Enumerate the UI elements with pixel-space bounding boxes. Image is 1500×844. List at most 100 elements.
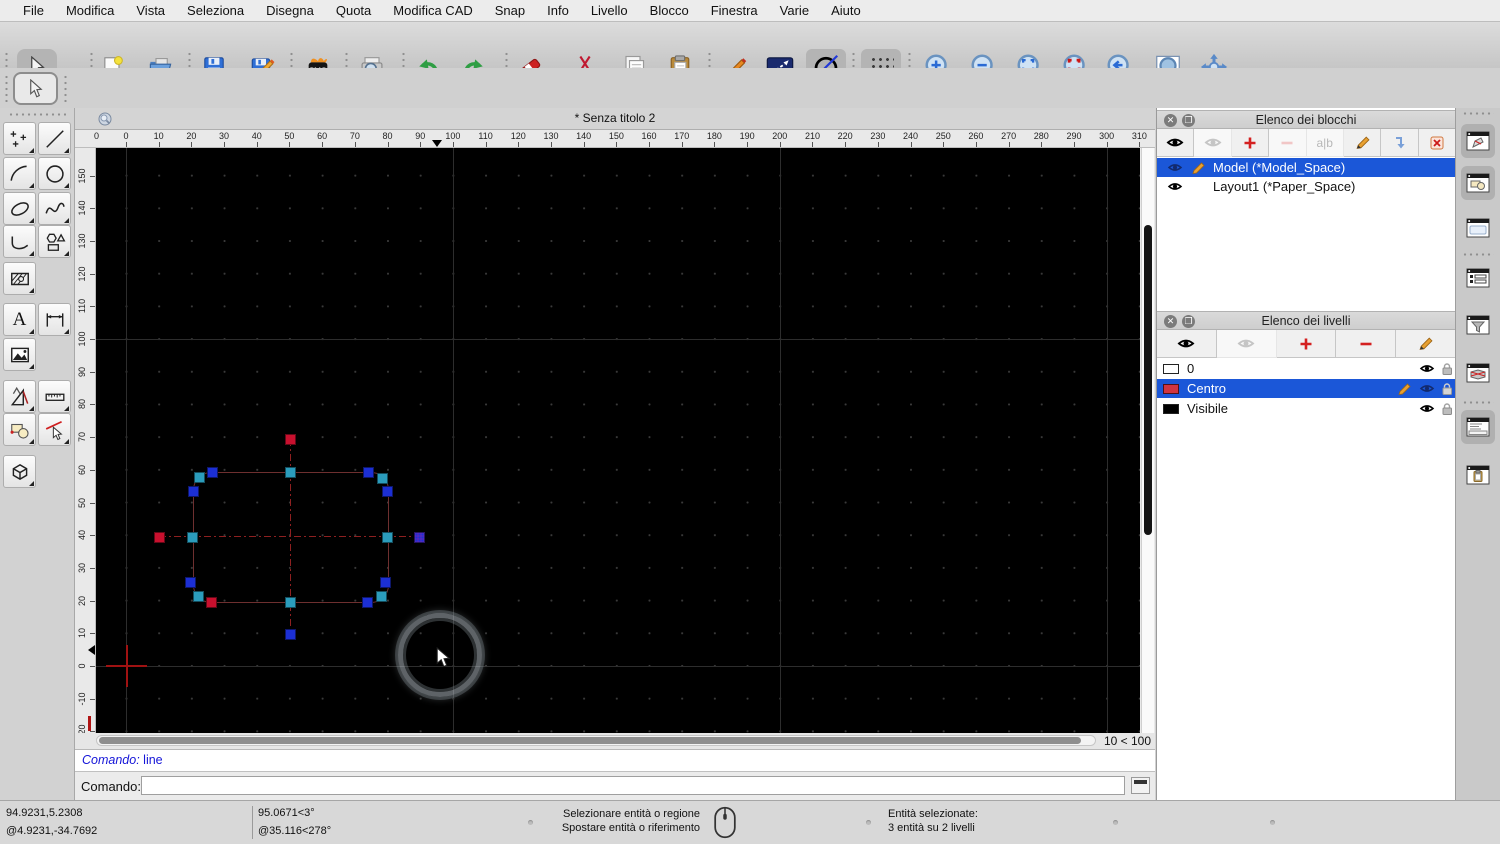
command-input[interactable]	[141, 776, 1125, 795]
panel-toggle-library-browser[interactable]	[1461, 211, 1495, 245]
text-tool-button[interactable]: A	[3, 303, 36, 336]
eye-icon[interactable]	[1419, 363, 1435, 374]
grip-red[interactable]	[284, 433, 296, 445]
menu-disegna[interactable]: Disegna	[255, 0, 325, 22]
grip-cyan[interactable]	[193, 471, 205, 483]
lock-icon[interactable]	[1441, 362, 1453, 376]
v-scrollbar[interactable]	[1141, 148, 1154, 733]
h-scrollbar-thumb[interactable]	[99, 737, 1081, 744]
lock-icon[interactable]	[1441, 402, 1453, 416]
h-scrollbar[interactable]	[96, 735, 1096, 746]
remove-block-button[interactable]	[1269, 129, 1307, 157]
minus-icon	[1281, 141, 1293, 144]
grip-purple[interactable]	[413, 531, 425, 543]
image-tool-button[interactable]	[3, 338, 36, 371]
hatch-tool-button[interactable]	[3, 262, 36, 295]
menu-modifica-cad[interactable]: Modifica CAD	[382, 0, 483, 22]
menu-info[interactable]: Info	[536, 0, 580, 22]
h-ruler-label: 110	[478, 131, 493, 141]
canvas[interactable]	[96, 148, 1140, 733]
grip-cyan[interactable]	[284, 596, 296, 608]
dimension-tool-button[interactable]	[38, 303, 71, 336]
layer-row-0[interactable]: 0	[1157, 359, 1455, 378]
menu-modifica[interactable]: Modifica	[55, 0, 125, 22]
selected-rounded-rectangle[interactable]	[193, 472, 389, 603]
remove-block-entities-button[interactable]	[1418, 129, 1455, 157]
layer-row-centro[interactable]: Centro	[1157, 379, 1455, 398]
hide-all-layers-button[interactable]	[1216, 330, 1277, 358]
block-row-model[interactable]: Model (*Model_Space)	[1157, 158, 1455, 177]
shape-tool-button[interactable]	[38, 225, 71, 258]
grip-cyan[interactable]	[376, 472, 388, 484]
modify-tool-icon	[10, 386, 28, 405]
edit-layer-button[interactable]	[1396, 330, 1455, 358]
circle-tool-button[interactable]	[38, 157, 71, 190]
block-row-layout1[interactable]: Layout1 (*Paper_Space)	[1157, 177, 1455, 196]
menu-vista[interactable]: Vista	[125, 0, 176, 22]
command-panel-toggle-button[interactable]	[1131, 777, 1150, 794]
remove-layer-button[interactable]	[1336, 330, 1397, 358]
menu-finestra[interactable]: Finestra	[700, 0, 769, 22]
panel-toggle-block-list[interactable]	[1461, 124, 1495, 158]
grip-blue[interactable]	[381, 485, 393, 497]
show-all-layers-button[interactable]	[1157, 330, 1217, 358]
ellipse-tool-button[interactable]	[3, 192, 36, 225]
grip-red[interactable]	[205, 596, 217, 608]
grip-blue[interactable]	[187, 485, 199, 497]
edit-block-button[interactable]	[1343, 129, 1382, 157]
spline-tool-button[interactable]	[38, 192, 71, 225]
document-title: * Senza titolo 2	[574, 111, 656, 125]
menu-seleziona[interactable]: Seleziona	[176, 0, 255, 22]
menu-file[interactable]: File	[12, 0, 55, 22]
grip-blue[interactable]	[379, 576, 391, 588]
grip-blue[interactable]	[184, 576, 196, 588]
grip-red[interactable]	[153, 531, 165, 543]
grip-blue[interactable]	[362, 466, 374, 478]
panel-toggle-command-line[interactable]	[1461, 410, 1495, 444]
add-block-button[interactable]	[1231, 129, 1270, 157]
v-scrollbar-thumb[interactable]	[1144, 225, 1152, 535]
block-tool-button[interactable]	[3, 413, 36, 446]
menu-aiuto[interactable]: Aiuto	[820, 0, 872, 22]
menu-livello[interactable]: Livello	[580, 0, 639, 22]
menu-varie[interactable]: Varie	[769, 0, 820, 22]
panel-toggle-view-options[interactable]	[1461, 356, 1495, 390]
grip-cyan[interactable]	[381, 531, 393, 543]
selected-centerline-horizontal[interactable]	[159, 536, 419, 537]
panel-toggle-clipboard[interactable]	[1461, 458, 1495, 492]
eye-icon[interactable]	[1167, 181, 1183, 192]
selection-tool-option-button[interactable]	[13, 72, 58, 105]
grip-blue[interactable]	[206, 466, 218, 478]
grip-cyan[interactable]	[284, 466, 296, 478]
layer-row-visibile[interactable]: Visibile	[1157, 399, 1455, 418]
show-all-blocks-button[interactable]	[1157, 129, 1195, 157]
menu-snap[interactable]: Snap	[484, 0, 536, 22]
polyline-tool-button[interactable]	[3, 225, 36, 258]
grip-cyan[interactable]	[375, 590, 387, 602]
arc-tool-button[interactable]	[3, 157, 36, 190]
v-ruler-tick	[90, 273, 95, 275]
grip-cyan[interactable]	[192, 590, 204, 602]
rename-block-button[interactable]: a|b	[1306, 129, 1344, 157]
add-layer-button[interactable]	[1276, 330, 1337, 358]
grip-cyan[interactable]	[186, 531, 198, 543]
eye-icon[interactable]	[1419, 383, 1435, 394]
panel-toggle-property-editor[interactable]	[1461, 261, 1495, 295]
modify-tool-button[interactable]	[3, 380, 36, 413]
eye-icon[interactable]	[1167, 162, 1183, 173]
menu-blocco[interactable]: Blocco	[639, 0, 700, 22]
point-tool-button[interactable]	[3, 122, 36, 155]
lock-icon[interactable]	[1441, 382, 1453, 396]
select-entity-tool-button[interactable]	[38, 413, 71, 446]
grip-blue[interactable]	[361, 596, 373, 608]
line-tool-button[interactable]	[38, 122, 71, 155]
measure-tool-button[interactable]	[38, 380, 71, 413]
solid-tool-button[interactable]	[3, 455, 36, 488]
panel-toggle-selection-filter[interactable]	[1461, 308, 1495, 342]
panel-toggle-layer-list[interactable]	[1461, 166, 1495, 200]
hide-all-blocks-button[interactable]	[1194, 129, 1232, 157]
grip-blue[interactable]	[284, 628, 296, 640]
eye-icon[interactable]	[1419, 403, 1435, 414]
insert-block-button[interactable]	[1381, 129, 1419, 157]
menu-quota[interactable]: Quota	[325, 0, 382, 22]
